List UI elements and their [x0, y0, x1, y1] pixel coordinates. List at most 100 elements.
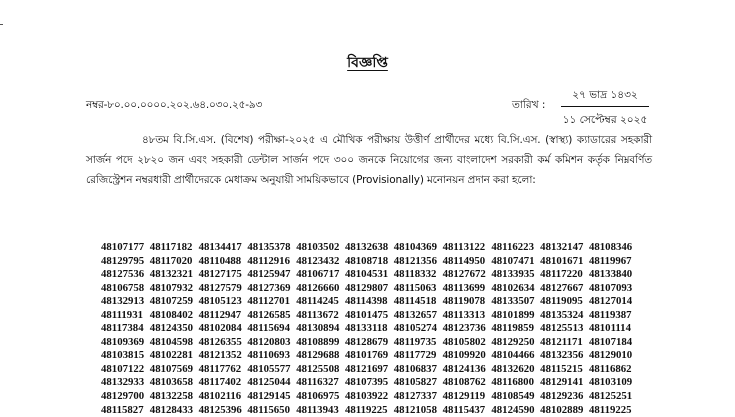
registration-number: 48107569 — [149, 362, 193, 375]
registration-number: 48125396 — [198, 403, 242, 416]
registration-number: 48113943 — [296, 403, 339, 416]
registration-number: 48133840 — [588, 268, 633, 281]
registration-number: 48115694 — [247, 322, 290, 335]
registration-number: 48105802 — [442, 335, 486, 348]
registration-number: 48105274 — [393, 322, 437, 335]
registration-number: 48118332 — [393, 268, 437, 281]
edge-mark — [0, 24, 3, 25]
date-bangla: ২৭ ভাদ্র ১৪৩২ — [572, 89, 638, 101]
registration-number: 48132321 — [149, 268, 193, 281]
registration-number: 48119078 — [442, 295, 486, 308]
registration-number: 48106758 — [101, 281, 145, 294]
registration-number: 48111931 — [101, 308, 143, 321]
registration-number: 48105123 — [198, 295, 242, 308]
registration-number: 48129010 — [588, 349, 633, 362]
registration-number: 48127014 — [588, 295, 633, 308]
registration-number: 48102116 — [198, 390, 242, 403]
registration-number: 48101769 — [344, 349, 389, 362]
registration-number: 48102084 — [198, 322, 242, 335]
registration-number: 48134417 — [198, 241, 242, 253]
registration-number: 48119095 — [540, 295, 583, 308]
registration-number: 48123736 — [442, 322, 486, 335]
registration-number: 48127667 — [540, 281, 584, 294]
registration-number: 48128433 — [149, 403, 193, 416]
registration-number: 48117220 — [540, 268, 583, 281]
registration-number: 48113672 — [296, 308, 339, 321]
registration-number: 48124350 — [149, 322, 193, 335]
registration-number: 48101671 — [540, 254, 584, 267]
registration-number: 48108549 — [491, 390, 535, 403]
registration-number: 48132356 — [540, 349, 584, 362]
registration-number: 48119387 — [588, 308, 632, 321]
registration-number: 48117182 — [149, 241, 193, 253]
registration-number: 48120803 — [247, 335, 291, 348]
registration-number: 48113699 — [442, 281, 486, 294]
registration-number: 48107395 — [344, 376, 389, 389]
registration-number: 48129250 — [491, 335, 535, 348]
registration-number: 48104369 — [393, 241, 437, 253]
registration-number: 48124590 — [491, 403, 535, 416]
registration-number: 48127672 — [442, 268, 486, 281]
registration-number: 48105827 — [393, 376, 437, 389]
registration-number: 48133935 — [491, 268, 535, 281]
registration-number: 48132147 — [540, 241, 584, 253]
registration-number-grid: 48107177 48117182 48134417 48135378 48103502… — [101, 241, 638, 417]
registration-number: 48125513 — [540, 322, 584, 335]
registration-number: 48114245 — [296, 295, 339, 308]
registration-number: 48129236 — [540, 390, 584, 403]
registration-number: 48102889 — [540, 403, 584, 416]
registration-number: 48116223 — [491, 241, 534, 253]
registration-number: 48117384 — [101, 322, 144, 335]
registration-number: 48119859 — [491, 322, 534, 335]
registration-number: 48115827 — [101, 403, 144, 416]
registration-number: 48109920 — [442, 349, 486, 362]
registration-number: 48112947 — [198, 308, 242, 321]
registration-number: 48108899 — [296, 335, 340, 348]
registration-number: 48107122 — [101, 362, 145, 375]
registration-number: 48129700 — [101, 390, 145, 403]
registration-number: 48115215 — [540, 362, 583, 375]
date-divider — [561, 106, 649, 107]
registration-number: 48121171 — [540, 335, 583, 348]
registration-number: 48107184 — [588, 335, 633, 348]
registration-number: 48132657 — [393, 308, 437, 321]
registration-number: 48110693 — [247, 349, 290, 362]
registration-number: 48102281 — [149, 349, 193, 362]
registration-number: 48126660 — [296, 281, 340, 294]
registration-number: 48114398 — [344, 295, 388, 308]
registration-number: 48101475 — [344, 308, 389, 321]
registration-number: 48121697 — [344, 362, 389, 375]
notice-title: বিজ্ঞপ্তি — [347, 55, 388, 71]
registration-number: 48125251 — [588, 390, 633, 403]
registration-number: 48126355 — [198, 335, 242, 348]
registration-number: 48129119 — [442, 390, 486, 403]
registration-number: 48127579 — [198, 281, 242, 294]
registration-number: 48113313 — [442, 308, 486, 321]
registration-number: 48129145 — [247, 390, 291, 403]
registration-number: 48108718 — [344, 254, 389, 267]
registration-number: 48107259 — [149, 295, 193, 308]
memo-number: নম্বর-৮০.০০.০০০০.২০২.৬৪.০৩০.২৫-৯৩ — [86, 99, 263, 111]
registration-number: 48121356 — [393, 254, 437, 267]
registration-number: 48128679 — [344, 335, 389, 348]
registration-number: 48107177 — [101, 241, 145, 253]
registration-number: 48117020 — [149, 254, 193, 267]
registration-number: 48119967 — [588, 254, 632, 267]
registration-number: 48106717 — [296, 268, 340, 281]
registration-number: 48132933 — [101, 376, 145, 389]
registration-number: 48105577 — [247, 362, 291, 375]
registration-number: 48113122 — [442, 241, 486, 253]
registration-number: 48101114 — [588, 322, 631, 335]
registration-number: 48106837 — [393, 362, 437, 375]
registration-number: 48117762 — [198, 362, 242, 375]
registration-number: 48133507 — [491, 295, 535, 308]
registration-number: 48103815 — [101, 349, 145, 362]
registration-number: 48102634 — [491, 281, 535, 294]
registration-number: 48107093 — [588, 281, 633, 294]
registration-number: 48101899 — [491, 308, 535, 321]
registration-number: 48104598 — [149, 335, 193, 348]
notice-body: ৪৮তম বি.সি.এস. (বিশেষ) পরীক্ষা-২০২৫ এ মৌ… — [86, 134, 652, 186]
registration-number: 48133118 — [344, 322, 388, 335]
date-label: তারিখ : — [512, 99, 546, 111]
registration-number: 48126585 — [247, 308, 291, 321]
